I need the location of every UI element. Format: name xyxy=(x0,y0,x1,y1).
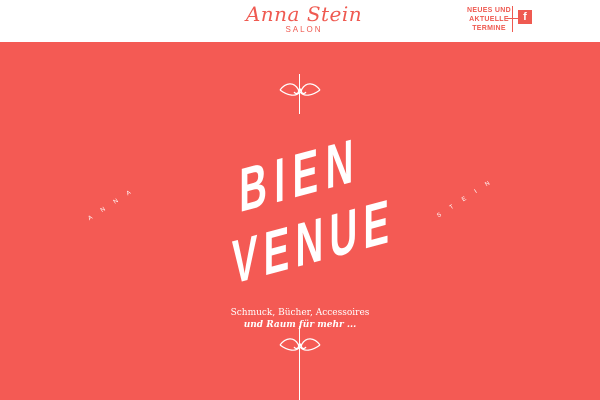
center-line-bottom xyxy=(299,326,300,400)
facebook-icon[interactable]: f xyxy=(518,10,532,24)
logo-subtitle: SALON xyxy=(285,25,323,34)
welcome-hero: ANNA STEIN BIEN VENUE Schmuck, Bücher, A… xyxy=(0,42,600,400)
news-link-line-2: AKTUELLE xyxy=(469,16,509,23)
side-word-left: ANNA xyxy=(87,183,142,223)
flourish-ornament-icon xyxy=(279,83,321,96)
salon-logo[interactable]: Anna Stein SALON xyxy=(239,3,369,39)
news-link-line-1: NEUES UND xyxy=(467,7,511,14)
news-and-dates-link[interactable]: NEUES UND AKTUELLE TERMINE xyxy=(466,6,512,33)
logo-script-text: Anna Stein xyxy=(245,2,363,26)
flourish-ornament-icon xyxy=(279,338,321,351)
site-header: Anna Stein SALON NEUES UND AKTUELLE TERM… xyxy=(0,0,600,42)
tagline-line-2: und Raum für mehr ... xyxy=(243,320,357,330)
header-divider xyxy=(512,6,513,32)
tagline-line-1: Schmuck, Bücher, Accessoires xyxy=(230,308,370,318)
side-word-right: STEIN xyxy=(436,174,501,220)
header-dash xyxy=(507,18,518,19)
news-link-line-3: TERMINE xyxy=(472,25,506,32)
